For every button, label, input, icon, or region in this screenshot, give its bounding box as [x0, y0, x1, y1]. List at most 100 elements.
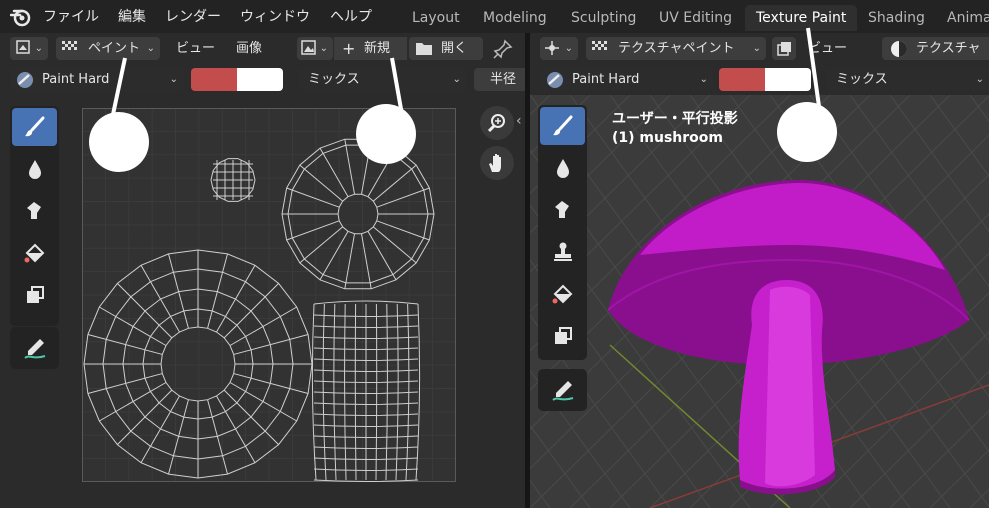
image-editor-panel: ⌄ ペイント ⌄ ビュー 画像 ⌄ + 新規 開く Paint Hard ⌄ ミ… [0, 33, 525, 508]
tool-soften[interactable] [12, 150, 57, 188]
image-editor-header: ⌄ ペイント ⌄ ビュー 画像 ⌄ + 新規 開く [0, 33, 525, 64]
texture-slot-dropdown[interactable]: テクスチャ [882, 37, 989, 60]
blender-logo-icon[interactable] [10, 7, 32, 27]
viewport-projection-label: ユーザー・平行投影 [612, 111, 738, 127]
tool-mask[interactable] [12, 276, 57, 314]
viewport-editor-type-button[interactable]: ⌄ [540, 37, 578, 60]
annotate-icon [23, 339, 45, 359]
fill-bucket-icon [24, 243, 44, 263]
tab-sculpting[interactable]: Sculpting [560, 5, 647, 31]
tab-animation[interactable]: Anima [936, 5, 989, 31]
viewport-tool-soften[interactable] [540, 149, 585, 187]
viewport-tool-annotate[interactable] [540, 371, 585, 409]
zoom-view-button[interactable] [480, 106, 514, 140]
radius-field[interactable]: 半径 [474, 68, 525, 91]
viewport-tool-draw[interactable] [540, 107, 585, 145]
secondary-color[interactable] [237, 68, 283, 91]
tool-annotate[interactable] [12, 329, 57, 367]
brush-dropdown[interactable]: Paint Hard ⌄ [10, 68, 183, 91]
blend-mode-dropdown[interactable]: ミックス ⌄ [298, 68, 466, 91]
tab-shading[interactable]: Shading [857, 5, 936, 31]
image-icon [301, 40, 316, 55]
viewport-icon [545, 41, 559, 55]
viewport-tool-shelf [538, 105, 587, 360]
menu-render[interactable]: レンダー [165, 6, 221, 26]
viewport-mode-dropdown[interactable]: テクスチャペイント ⌄ [586, 37, 766, 60]
viewport-object-label: (1) mushroom [612, 130, 723, 146]
pan-view-button[interactable] [480, 146, 514, 180]
chevron-down-icon: ⌄ [564, 43, 573, 54]
blend-mode-label: ミックス [308, 72, 360, 87]
color-swatch[interactable] [191, 68, 283, 91]
open-label: 開く [441, 41, 468, 56]
viewport-color-swatch[interactable] [719, 68, 811, 91]
new-image-button[interactable]: + 新規 [334, 37, 407, 60]
brush-label: Paint Hard [42, 72, 110, 87]
mask-toggle-button[interactable] [772, 37, 796, 60]
editor-type-button[interactable]: ⌄ [10, 37, 48, 60]
chevron-down-icon: ⌄ [319, 43, 328, 54]
callout-marker [777, 102, 837, 162]
primary-color[interactable] [191, 68, 237, 91]
brush-preview-icon [547, 72, 563, 88]
smear-icon [554, 201, 569, 218]
viewport-tool-smear[interactable] [540, 191, 585, 229]
pin-icon[interactable] [493, 39, 513, 59]
mask-icon [26, 286, 44, 303]
texture-slot-label: テクスチャ [916, 41, 981, 56]
menu-window[interactable]: ウィンドウ [240, 6, 310, 26]
viewport-tool-mask[interactable] [540, 317, 585, 355]
viewport-primary-color[interactable] [719, 68, 765, 91]
viewport-brush-label: Paint Hard [572, 72, 640, 87]
menu-edit[interactable]: 編集 [118, 6, 146, 26]
image-tool-settings: Paint Hard ⌄ ミックス ⌄ 半径 [0, 64, 525, 95]
menu-image[interactable]: 画像 [230, 37, 268, 60]
tab-uv-editing[interactable]: UV Editing [648, 5, 743, 31]
tab-modeling[interactable]: Modeling [472, 5, 558, 31]
mode-label: ペイント [88, 41, 141, 56]
drop-icon [556, 159, 569, 178]
drop-icon [28, 160, 41, 179]
tool-fill[interactable] [12, 234, 57, 272]
open-image-button[interactable]: 開く [409, 37, 483, 60]
menu-help[interactable]: ヘルプ [330, 6, 372, 26]
tool-draw[interactable] [12, 108, 57, 146]
tab-texture-paint[interactable]: Texture Paint [745, 5, 858, 31]
menu-file[interactable]: ファイル [43, 6, 99, 26]
viewport-secondary-color[interactable] [765, 68, 811, 91]
viewport-tool-settings: Paint Hard ⌄ ミックス ⌄ [530, 64, 989, 95]
viewport-blend-mode-dropdown[interactable]: ミックス ⌄ [826, 68, 989, 91]
menu-view[interactable]: ビュー [170, 37, 221, 60]
callout-marker [89, 112, 149, 172]
tab-layout[interactable]: Layout [401, 5, 471, 31]
callout-marker [356, 104, 416, 164]
annotate-tool-shelf [10, 327, 59, 369]
hand-icon [489, 154, 501, 172]
folder-icon [416, 43, 432, 55]
stamp-icon [553, 242, 572, 261]
image-browse-button[interactable]: ⌄ [297, 37, 333, 60]
chevron-down-icon: ⌄ [34, 43, 43, 54]
shading-sphere-icon [891, 41, 907, 57]
viewport-tool-clone[interactable] [540, 233, 585, 271]
fill-bucket-icon [552, 284, 572, 304]
viewport-annotate-shelf [538, 369, 587, 411]
viewport-panel: ⌄ テクスチャペイント ⌄ ビュー テクスチャ Paint Hard ⌄ ミック… [530, 33, 989, 508]
mode-dropdown[interactable]: ペイント ⌄ [56, 37, 160, 60]
tool-smear[interactable] [12, 192, 57, 230]
viewport-tool-fill[interactable] [540, 275, 585, 313]
sidebar-toggle-icon[interactable]: ‹ [516, 113, 522, 129]
brush-preview-icon [17, 72, 33, 88]
texture-paint-mode-icon [592, 41, 607, 50]
chevron-down-icon: ⌄ [752, 43, 761, 54]
chevron-down-icon: ⌄ [169, 74, 178, 85]
chevron-down-icon: ⌄ [699, 74, 708, 85]
smear-icon [26, 202, 41, 219]
viewport-scene[interactable] [530, 95, 989, 508]
viewport-brush-dropdown[interactable]: Paint Hard ⌄ [540, 68, 713, 91]
annotate-icon [551, 381, 573, 401]
image-editor-icon [16, 40, 30, 54]
image-tool-shelf [10, 106, 59, 326]
chevron-down-icon: ⌄ [146, 43, 155, 54]
face-mask-icon [777, 42, 791, 56]
